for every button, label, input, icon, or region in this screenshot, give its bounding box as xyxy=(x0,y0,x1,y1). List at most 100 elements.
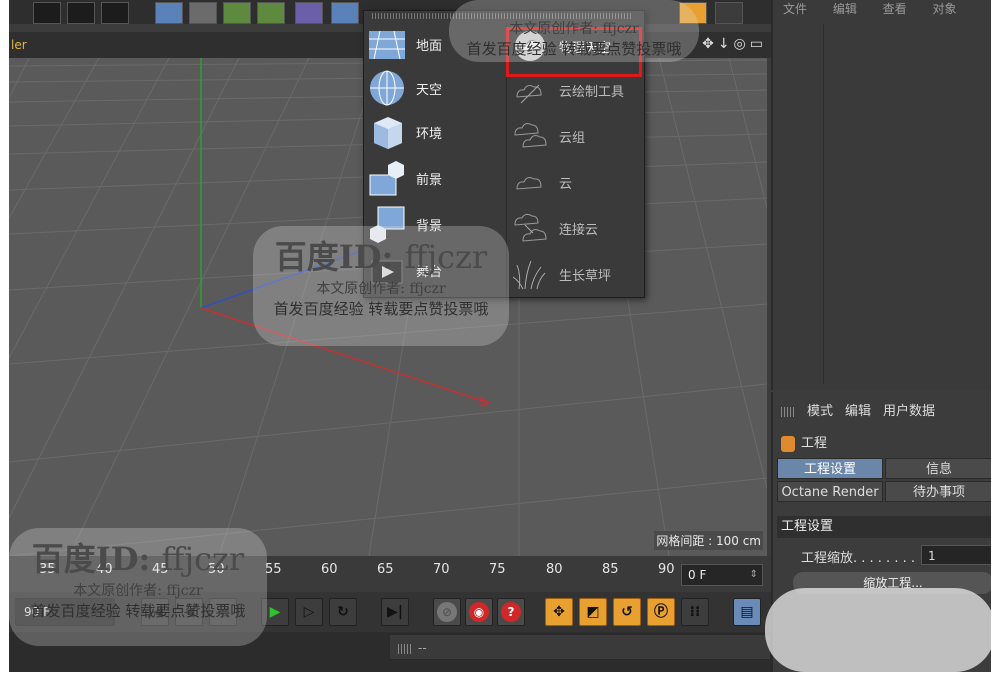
watermark-author: 本文原创作者: ffjczr xyxy=(73,583,203,599)
object-manager: 文件 编辑 查看 对象 xyxy=(771,0,991,390)
tick-label: 90 xyxy=(658,562,675,577)
menu-item-cloud[interactable]: 云 xyxy=(507,161,645,203)
watermark-logo: 百度ID: ffjczr xyxy=(9,534,267,580)
sky-sphere-icon xyxy=(368,69,406,107)
menu-item-cloud-group[interactable]: 云组 xyxy=(507,115,645,157)
grip-icon[interactable] xyxy=(781,406,795,417)
watermark-bottom-left: 百度ID: ffjczr 本文原创作者: ffjczr 首发百度经验 转载要点赞… xyxy=(9,528,267,646)
autokey-icon[interactable]: ◉ xyxy=(465,598,493,626)
tab-project-settings[interactable]: 工程设置 xyxy=(777,458,883,479)
watermark-notice: 首发百度经验 转载要点赞投票哦 xyxy=(466,40,682,58)
keyframe-help-icon[interactable]: ? xyxy=(497,598,525,626)
param-key-icon[interactable]: Ⓟ xyxy=(647,598,675,626)
goto-end-icon[interactable]: ▶| xyxy=(381,598,409,626)
attribute-menu: 模式 编辑 用户数据 xyxy=(781,400,947,419)
menu-user-data[interactable]: 用户数据 xyxy=(883,404,935,419)
current-frame-value: 0 F xyxy=(688,568,707,582)
watermark-center: 百度ID: ffjczr 本文原创作者: ffjczr 首发百度经验 转载要点赞… xyxy=(253,226,509,346)
environment-cube-icon xyxy=(368,113,406,151)
menu-item-label: 连接云 xyxy=(559,223,599,238)
tick-label: 65 xyxy=(377,562,394,577)
render-view-icon[interactable] xyxy=(67,2,95,24)
floor-icon xyxy=(368,25,406,63)
timeline-window-icon[interactable]: ▤ xyxy=(733,598,761,626)
watermark-blob xyxy=(765,588,991,672)
panel-divider xyxy=(823,24,824,384)
menu-item-label: 云绘制工具 xyxy=(559,85,625,100)
menu-item-foreground[interactable]: 前景 xyxy=(364,157,502,199)
menu-item-environment[interactable]: 环境 xyxy=(364,111,502,153)
record-disabled-icon[interactable]: ⊘ xyxy=(433,598,461,626)
viewport-nav-icons[interactable]: ✥↓◎▭ xyxy=(702,36,767,52)
scale-key-icon[interactable]: ◩ xyxy=(579,598,607,626)
menu-item-label: 环境 xyxy=(416,127,443,142)
watermark-author: 本文原创作者: ffjczr xyxy=(509,21,639,37)
watermark-notice: 首发百度经验 转载要点赞投票哦 xyxy=(273,300,489,318)
watermark-id-label: ID: xyxy=(95,540,151,578)
light-icon[interactable] xyxy=(715,2,743,24)
grid-spacing-label: 网格间距 : 100 cm xyxy=(654,531,763,550)
watermark-user: ffjczr xyxy=(161,540,245,578)
spinner-icon[interactable]: ⇕ xyxy=(750,565,758,585)
watermark-logo: 百度ID: ffjczr xyxy=(253,232,509,278)
menu-item-label: 前景 xyxy=(416,173,443,188)
foreground-icon xyxy=(368,159,406,197)
section-title: 工程设置 xyxy=(777,516,991,538)
object-manager-menu[interactable]: 文件 编辑 查看 对象 xyxy=(783,0,956,17)
watermark-brand: 百度 xyxy=(31,540,96,578)
point-level-icon[interactable]: ⁝⁝ xyxy=(681,598,709,626)
menu-mode[interactable]: 模式 xyxy=(807,404,833,419)
watermark-top: 本文原创作者: ffjczr 首发百度经验 转载要点赞投票哦 xyxy=(449,0,699,62)
array-icon[interactable] xyxy=(257,2,285,24)
tick-label: 85 xyxy=(602,562,619,577)
loop-icon[interactable]: ↻ xyxy=(329,598,357,626)
cinema4d-window: ler ✥↓◎▭ 网格间距: 100 cm 文件 编辑 查看 对象 模式 编辑… xyxy=(9,0,991,672)
rotate-key-icon[interactable]: ↺ xyxy=(613,598,641,626)
menu-item-label: 云组 xyxy=(559,131,586,146)
tick-label: 70 xyxy=(433,562,450,577)
menu-item-label: 地面 xyxy=(416,39,443,54)
watermark-notice: 首发百度经验 转载要点赞投票哦 xyxy=(30,602,246,620)
watermark-author: 本文原创作者: ffjczr xyxy=(316,281,446,297)
menu-item-label: 生长草坪 xyxy=(559,269,612,284)
grass-icon xyxy=(511,255,549,293)
menu-item-label: 天空 xyxy=(416,83,443,98)
watermark-id-label: ID: xyxy=(338,238,394,276)
watermark-user: ffjczr xyxy=(404,238,488,276)
current-frame-field[interactable]: 0 F ⇕ xyxy=(681,564,763,586)
tab-todo[interactable]: 待办事项 xyxy=(885,481,991,502)
floor-toolbar-icon[interactable] xyxy=(331,2,359,24)
tab-info[interactable]: 信息 xyxy=(885,458,991,479)
tick-label: 55 xyxy=(265,562,282,577)
spline-icon[interactable] xyxy=(189,2,217,24)
menu-item-sky[interactable]: 天空 xyxy=(364,67,502,109)
project-scale-input[interactable]: 1 xyxy=(921,545,991,565)
grip-icon xyxy=(398,643,412,654)
viewport-tab[interactable]: ler xyxy=(11,38,27,52)
project-header: 工程 xyxy=(781,432,827,452)
film-icon[interactable] xyxy=(33,2,61,24)
cloud-icon xyxy=(511,163,549,201)
coordinates-bar: -- xyxy=(389,634,771,660)
status-placeholder: -- xyxy=(418,641,427,655)
next-frame-icon[interactable]: ▷ xyxy=(295,598,323,626)
tick-label: 75 xyxy=(489,562,506,577)
connect-clouds-icon xyxy=(511,209,549,247)
menu-item-label: 云 xyxy=(559,177,573,192)
nurbs-icon[interactable] xyxy=(223,2,251,24)
render-settings-icon[interactable] xyxy=(101,2,129,24)
project-scale-label: 工程缩放. . . . . . . . xyxy=(801,551,915,566)
cloud-group-icon xyxy=(511,117,549,155)
menu-item-connect-clouds[interactable]: 连接云 xyxy=(507,207,645,249)
tab-octane-render[interactable]: Octane Render xyxy=(777,481,883,502)
watermark-brand: 百度 xyxy=(274,238,339,276)
tick-label: 80 xyxy=(546,562,563,577)
move-key-icon[interactable]: ✥ xyxy=(545,598,573,626)
project-title: 工程 xyxy=(801,436,828,451)
project-gear-icon xyxy=(781,435,795,452)
deformer-icon[interactable] xyxy=(295,2,323,24)
tick-label: 60 xyxy=(321,562,338,577)
menu-item-grass[interactable]: 生长草坪 xyxy=(507,253,645,295)
cube-primitive-icon[interactable] xyxy=(155,2,183,24)
menu-edit[interactable]: 编辑 xyxy=(845,404,871,419)
